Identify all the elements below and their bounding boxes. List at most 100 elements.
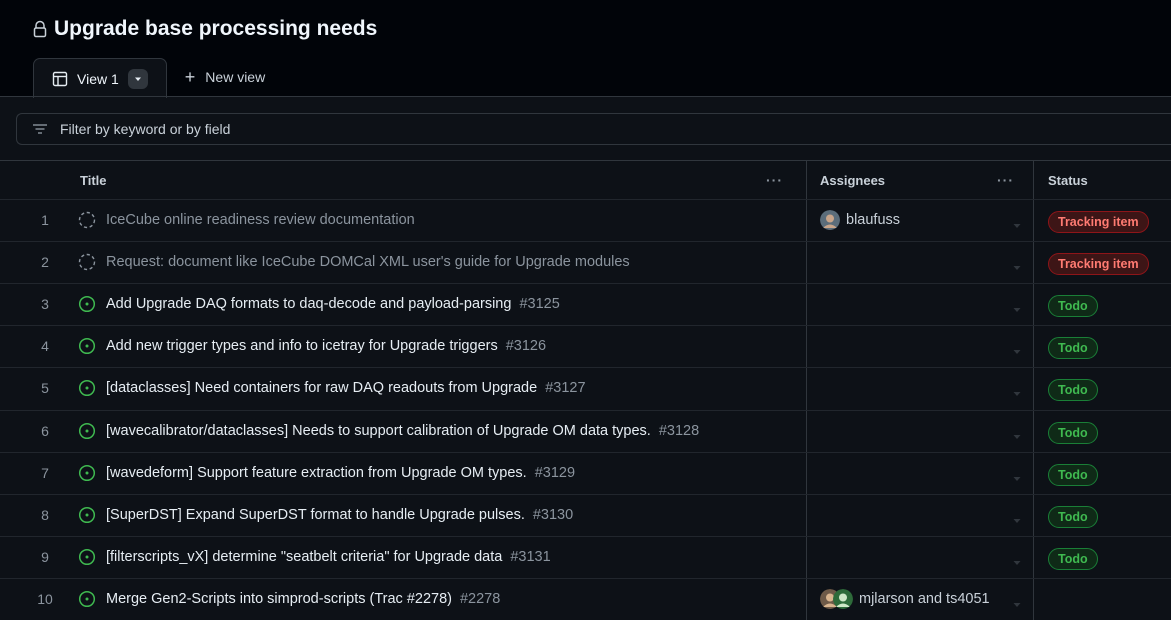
column-title-menu[interactable]: ···	[766, 161, 783, 199]
issue-opened-icon	[78, 422, 96, 439]
new-view-button[interactable]: + New view	[185, 57, 265, 97]
draft-issue-icon	[78, 253, 96, 271]
table-view-icon	[52, 71, 68, 86]
status-badge: Todo	[1048, 505, 1098, 528]
assignee-dropdown[interactable]	[1013, 595, 1021, 611]
title-row: Upgrade base processing needs	[32, 17, 377, 41]
column-header-title[interactable]: Title	[80, 161, 107, 199]
assignee-dropdown[interactable]	[1013, 469, 1021, 485]
row-title-cell[interactable]: Add new trigger types and info to icetra…	[78, 337, 546, 355]
assignee-cell[interactable]: mjlarson and ts4051	[820, 588, 990, 609]
avatar	[833, 588, 853, 609]
row-number: 7	[41, 464, 49, 481]
tab-label: View 1	[77, 70, 119, 87]
triangle-down-icon	[1013, 434, 1021, 439]
lock-icon	[33, 20, 47, 38]
status-badge: Todo	[1048, 337, 1098, 360]
status-badge: Todo	[1048, 463, 1098, 486]
view-tabs: View 1 + New view	[33, 57, 265, 98]
column-header-assignees[interactable]: Assignees	[820, 161, 885, 199]
avatar	[820, 210, 840, 230]
status-cell[interactable]: Todo	[1048, 547, 1098, 570]
issue-number: #3130	[532, 506, 574, 523]
status-cell[interactable]: Todo	[1048, 421, 1098, 444]
row-title-cell[interactable]: [wavecalibrator/dataclasses] Needs to su…	[78, 422, 699, 440]
column-status-label: Status	[1048, 172, 1088, 188]
row-title[interactable]: [filterscripts_vX] determine "seatbelt c…	[106, 549, 502, 565]
status-cell[interactable]: Todo	[1048, 505, 1098, 528]
assignee-dropdown[interactable]	[1013, 511, 1021, 527]
assignee-cell[interactable]: blaufuss	[820, 210, 900, 230]
triangle-down-icon	[1013, 476, 1021, 481]
row-title[interactable]: [wavecalibrator/dataclasses] Needs to su…	[106, 423, 651, 439]
row-title-cell[interactable]: [SuperDST] Expand SuperDST format to han…	[78, 506, 573, 524]
assignee-dropdown[interactable]	[1013, 553, 1021, 569]
plus-icon: +	[184, 67, 196, 87]
issue-opened-icon	[78, 380, 96, 397]
table-row[interactable]: 9 [filterscripts_vX] determine "seatbelt …	[0, 535, 1171, 578]
column-assignees-menu[interactable]: ···	[997, 161, 1014, 199]
status-cell[interactable]: Todo	[1048, 463, 1098, 486]
column-header-status[interactable]: Status	[1048, 161, 1088, 199]
header-divider	[0, 96, 1171, 97]
new-view-label: New view	[205, 69, 266, 85]
assignee-dropdown[interactable]	[1013, 427, 1021, 443]
row-number: 9	[41, 548, 49, 565]
tab-view-1[interactable]: View 1	[33, 58, 167, 98]
status-cell[interactable]: Todo	[1048, 295, 1098, 318]
row-title[interactable]: [SuperDST] Expand SuperDST format to han…	[106, 507, 525, 523]
issue-opened-icon	[78, 506, 96, 523]
tab-menu-button[interactable]	[127, 68, 148, 89]
table-row[interactable]: 3 Add Upgrade DAQ formats to daq-decode a…	[0, 283, 1171, 325]
triangle-down-icon	[1013, 518, 1021, 523]
row-title-cell[interactable]: Add Upgrade DAQ formats to daq-decode an…	[78, 295, 560, 313]
assignee-dropdown[interactable]	[1013, 258, 1021, 274]
issue-number: #3125	[519, 296, 560, 313]
status-cell[interactable]: Tracking item	[1048, 211, 1149, 233]
row-title[interactable]: [dataclasses] Need containers for raw DA…	[106, 380, 537, 396]
issue-number: #3128	[658, 422, 700, 439]
row-number: 3	[41, 296, 49, 313]
table-row[interactable]: 1 IceCube online readiness review documen…	[0, 199, 1171, 241]
status-cell[interactable]: Todo	[1048, 379, 1098, 402]
table-row[interactable]: 10 Merge Gen2-Scripts into simprod-script…	[0, 577, 1171, 620]
triangle-down-icon	[1013, 224, 1021, 228]
row-title-cell[interactable]: Merge Gen2-Scripts into simprod-scripts …	[78, 590, 500, 608]
assignee-dropdown[interactable]	[1013, 216, 1021, 232]
status-badge: Todo	[1048, 547, 1098, 570]
row-title-cell[interactable]: IceCube online readiness review document…	[78, 211, 415, 229]
table-row[interactable]: 4 Add new trigger types and info to icetr…	[0, 325, 1171, 367]
triangle-down-icon	[134, 77, 141, 81]
row-title[interactable]: Add Upgrade DAQ formats to daq-decode an…	[106, 296, 511, 312]
project-header: Upgrade base processing needs View 1 + N…	[0, 0, 1171, 98]
column-title-label: Title	[80, 172, 107, 188]
row-title-cell[interactable]: [filterscripts_vX] determine "seatbelt c…	[78, 548, 551, 566]
issue-number: #3127	[545, 380, 586, 397]
table-row[interactable]: 7 [wavedeform] Support feature extraction…	[0, 451, 1171, 494]
status-badge: Todo	[1048, 295, 1098, 318]
status-badge: Todo	[1048, 421, 1098, 444]
table-row[interactable]: 5 [dataclasses] Need containers for raw D…	[0, 367, 1171, 409]
assignee-dropdown[interactable]	[1013, 300, 1021, 316]
row-title-cell[interactable]: Request: document like IceCube DOMCal XM…	[78, 253, 630, 271]
issue-number: #3131	[510, 548, 551, 565]
row-title[interactable]: Merge Gen2-Scripts into simprod-scripts …	[106, 591, 452, 607]
column-assignees-label: Assignees	[820, 172, 886, 188]
table-row[interactable]: 8 [SuperDST] Expand SuperDST format to ha…	[0, 493, 1171, 536]
table-row[interactable]: 6 [wavecalibrator/dataclasses] Needs to s…	[0, 409, 1171, 452]
assignee-dropdown[interactable]	[1013, 342, 1021, 358]
assignee-dropdown[interactable]	[1013, 384, 1021, 400]
triangle-down-icon	[1013, 602, 1021, 607]
row-title-cell[interactable]: [dataclasses] Need containers for raw DA…	[78, 379, 586, 397]
triangle-down-icon	[1013, 350, 1021, 355]
status-cell[interactable]: Tracking item	[1048, 253, 1149, 276]
row-title[interactable]: IceCube online readiness review document…	[106, 212, 415, 228]
row-number: 5	[41, 380, 49, 397]
filter-input[interactable]: Filter by keyword or by field	[16, 113, 1171, 145]
row-title[interactable]: Add new trigger types and info to icetra…	[106, 338, 498, 354]
table-row[interactable]: 2 Request: document like IceCube DOMCal X…	[0, 241, 1171, 283]
status-cell[interactable]: Todo	[1048, 337, 1098, 360]
row-title-cell[interactable]: [wavedeform] Support feature extraction …	[78, 464, 575, 482]
row-title[interactable]: [wavedeform] Support feature extraction …	[106, 465, 527, 481]
row-title[interactable]: Request: document like IceCube DOMCal XM…	[106, 254, 630, 270]
